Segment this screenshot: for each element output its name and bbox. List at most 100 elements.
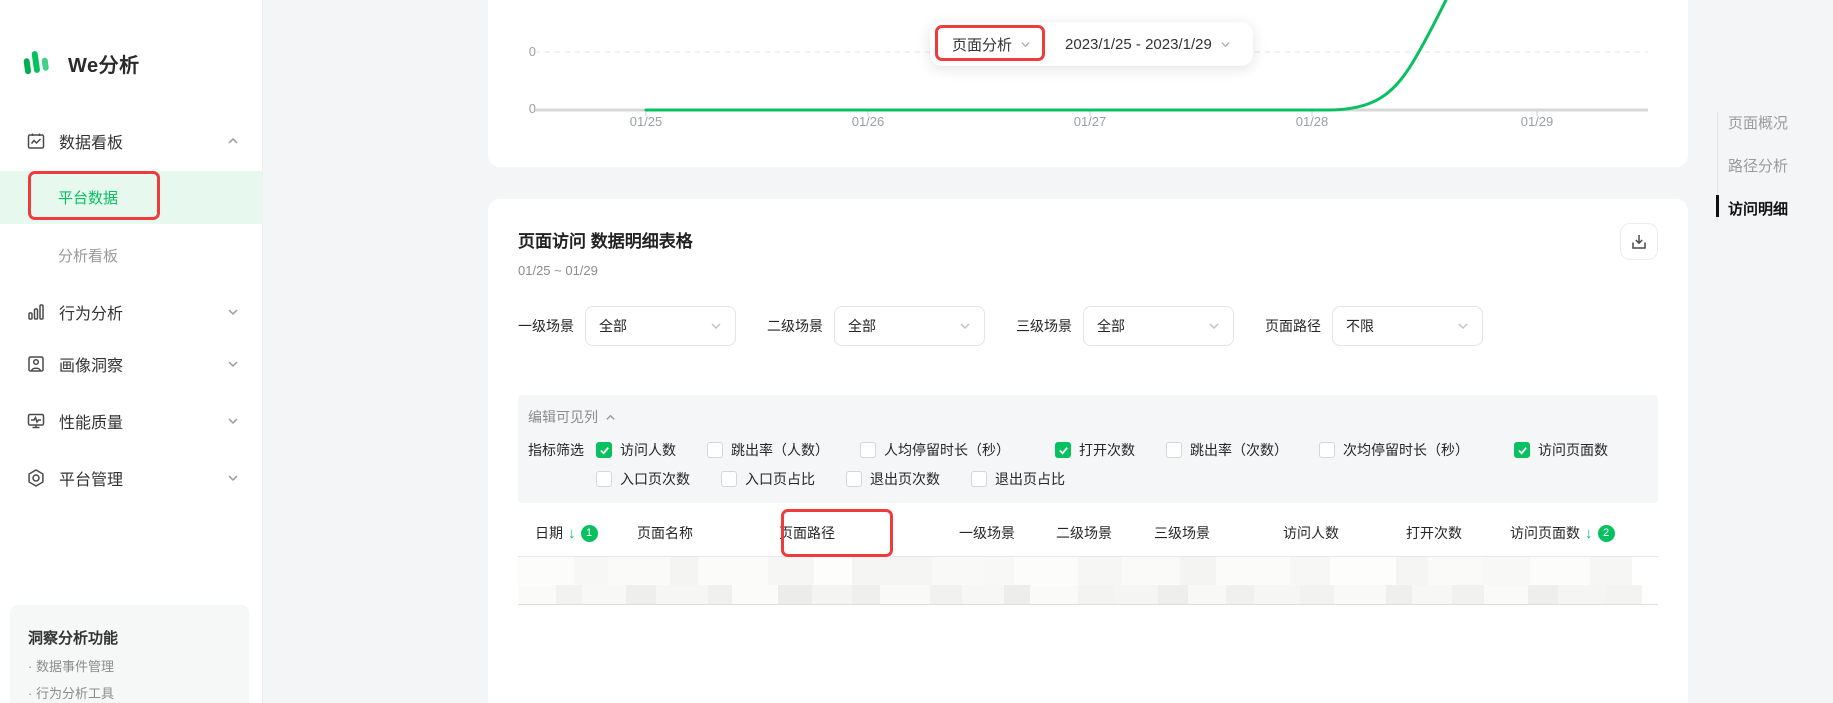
sidebar-item-behavior-analysis[interactable]: 行为分析 xyxy=(0,295,263,329)
metric-checkbox-item[interactable]: 跳出率（人数） xyxy=(707,440,829,460)
sort-order-badge: 2 xyxy=(1598,525,1615,542)
chevron-down-icon xyxy=(227,472,239,484)
column-label: 日期 xyxy=(535,523,563,543)
chevron-down-icon xyxy=(1208,320,1220,332)
chevron-down-icon xyxy=(227,415,239,427)
metric-label: 人均停留时长（秒） xyxy=(884,440,1010,460)
metric-label: 打开次数 xyxy=(1079,440,1135,460)
sidebar-item-portrait-insight[interactable]: 画像洞察 xyxy=(0,347,263,381)
metric-checkbox-item[interactable]: 退出页占比 xyxy=(971,469,1065,489)
chevron-down-icon xyxy=(710,320,722,332)
column-header-scene3[interactable]: 三级场景 xyxy=(1154,523,1283,543)
anchor-item-path-analysis[interactable]: 路径分析 xyxy=(1718,155,1788,176)
column-label: 访问页面数 xyxy=(1510,523,1580,543)
chevron-up-icon xyxy=(605,412,616,423)
column-header-page-path[interactable]: 页面路径 xyxy=(779,523,959,543)
checkbox-unchecked-icon xyxy=(707,442,723,458)
checkbox-unchecked-icon xyxy=(971,471,987,487)
metric-checkbox-item[interactable]: 人均停留时长（秒） xyxy=(860,440,1010,460)
column-label: 访问人数 xyxy=(1283,523,1339,543)
table-header-row: 日期 ↓ 1 页面名称 页面路径 一级场景 二级场景 三级场景 访问人数 xyxy=(518,510,1658,557)
column-header-opens[interactable]: 打开次数 xyxy=(1406,523,1510,543)
download-icon xyxy=(1630,233,1648,251)
metric-checkbox-item[interactable]: 退出页次数 xyxy=(846,469,940,489)
metric-label: 跳出率（人数） xyxy=(731,440,829,460)
date-range-dropdown[interactable]: 2023/1/25 - 2023/1/29 xyxy=(1065,36,1231,53)
sidebar-item-platform-management[interactable]: 平台管理 xyxy=(0,461,263,495)
sidebar-item-platform-data[interactable]: 平台数据 xyxy=(0,171,263,224)
edit-columns-panel: 编辑可见列 指标筛选 访问人数 跳出率（人数） 人均停留时长（秒） xyxy=(518,395,1658,503)
selected-value: 全部 xyxy=(848,316,876,336)
column-header-scene1[interactable]: 一级场景 xyxy=(959,523,1056,543)
anchor-item-page-overview[interactable]: 页面概况 xyxy=(1718,112,1788,133)
sidebar-item-label: 平台管理 xyxy=(59,466,123,490)
metric-label: 跳出率（次数） xyxy=(1190,440,1288,460)
checkbox-unchecked-icon xyxy=(846,471,862,487)
sidebar-item-label: 平台数据 xyxy=(58,187,118,208)
metric-checkbox-item[interactable]: 访问人数 xyxy=(596,440,676,460)
logo: We分析 xyxy=(22,48,140,78)
column-label: 页面路径 xyxy=(779,523,835,543)
filter-scene-level3: 三级场景 全部 xyxy=(1016,306,1234,346)
filter-label: 二级场景 xyxy=(767,316,823,336)
brand-name: We分析 xyxy=(68,49,140,78)
insight-panel-title: 洞察分析功能 xyxy=(28,627,231,648)
x-axis-tick: 01/28 xyxy=(1282,114,1342,129)
checkbox-checked-icon xyxy=(1514,442,1530,458)
insight-feature-panel: 洞察分析功能 数据事件管理 行为分析工具 多维数据看板 xyxy=(10,605,249,703)
filter-label: 一级场景 xyxy=(518,316,574,336)
date-range-label: 2023/1/25 - 2023/1/29 xyxy=(1065,36,1212,53)
brand-logo-icon xyxy=(22,48,50,78)
scene-level3-select[interactable]: 全部 xyxy=(1083,306,1234,346)
x-axis-tick: 01/26 xyxy=(838,114,898,129)
insight-panel-item[interactable]: 数据事件管理 xyxy=(28,656,231,675)
scene-level1-select[interactable]: 全部 xyxy=(585,306,736,346)
checkbox-unchecked-icon xyxy=(721,471,737,487)
chevron-down-icon xyxy=(227,358,239,370)
anchor-item-visit-detail[interactable]: 访问明细 xyxy=(1718,198,1788,219)
edit-columns-toggle[interactable]: 编辑可见列 xyxy=(528,407,1648,427)
column-header-visitors[interactable]: 访问人数 xyxy=(1283,523,1406,543)
sidebar-item-label: 数据看板 xyxy=(59,129,123,153)
download-button[interactable] xyxy=(1620,223,1658,260)
metric-label: 访问人数 xyxy=(620,440,676,460)
chevron-down-icon xyxy=(959,320,971,332)
checkbox-unchecked-icon xyxy=(860,442,876,458)
sidebar-item-performance-quality[interactable]: 性能质量 xyxy=(0,404,263,438)
metric-checkbox-item[interactable]: 打开次数 xyxy=(1055,440,1135,460)
page-path-select[interactable]: 不限 xyxy=(1332,306,1483,346)
redacted-table-row xyxy=(518,557,1658,605)
monitor-pulse-icon xyxy=(26,411,46,431)
metric-filter-label: 指标筛选 xyxy=(528,440,596,460)
insight-panel-item[interactable]: 行为分析工具 xyxy=(28,683,231,702)
column-header-page-views[interactable]: 访问页面数 ↓ 2 xyxy=(1510,523,1615,543)
sidebar-item-label: 画像洞察 xyxy=(59,352,123,376)
column-header-scene2[interactable]: 二级场景 xyxy=(1056,523,1154,543)
scene-level2-select[interactable]: 全部 xyxy=(834,306,985,346)
sort-desc-arrow-icon: ↓ xyxy=(568,526,576,541)
metric-checkbox-item[interactable]: 入口页占比 xyxy=(721,469,815,489)
sidebar: We分析 数据看板 平台数据 分析看板 行为分析 xyxy=(0,0,263,703)
x-axis-tick: 01/25 xyxy=(616,114,676,129)
chart-toolbar-pill: 页面分析 2023/1/25 - 2023/1/29 xyxy=(930,22,1253,66)
filter-label: 三级场景 xyxy=(1016,316,1072,336)
metric-checkbox-item[interactable]: 访问页面数 xyxy=(1514,440,1608,460)
detail-table-title: 页面访问 数据明细表格 xyxy=(518,227,1658,252)
selected-value: 全部 xyxy=(1097,316,1125,336)
sidebar-item-label: 行为分析 xyxy=(59,300,123,324)
metric-checkbox-item[interactable]: 跳出率（次数） xyxy=(1166,440,1288,460)
selected-value: 不限 xyxy=(1346,316,1374,336)
sidebar-item-analysis-board[interactable]: 分析看板 xyxy=(0,241,263,269)
we-analytics-screen: We分析 数据看板 平台数据 分析看板 行为分析 xyxy=(0,0,1833,703)
sidebar-item-data-boards[interactable]: 数据看板 xyxy=(0,124,263,158)
checkbox-unchecked-icon xyxy=(596,471,612,487)
x-axis-tick: 01/29 xyxy=(1507,114,1567,129)
analysis-mode-dropdown[interactable]: 页面分析 xyxy=(952,34,1031,55)
metric-checkbox-item[interactable]: 入口页次数 xyxy=(596,469,690,489)
filter-page-path: 页面路径 不限 xyxy=(1265,306,1483,346)
settings-hexagon-icon xyxy=(26,468,46,488)
column-header-date[interactable]: 日期 ↓ 1 xyxy=(518,523,637,543)
active-indicator-bar xyxy=(1716,195,1719,217)
column-header-page-name[interactable]: 页面名称 xyxy=(637,523,779,543)
metric-checkbox-item[interactable]: 次均停留时长（秒） xyxy=(1319,440,1469,460)
